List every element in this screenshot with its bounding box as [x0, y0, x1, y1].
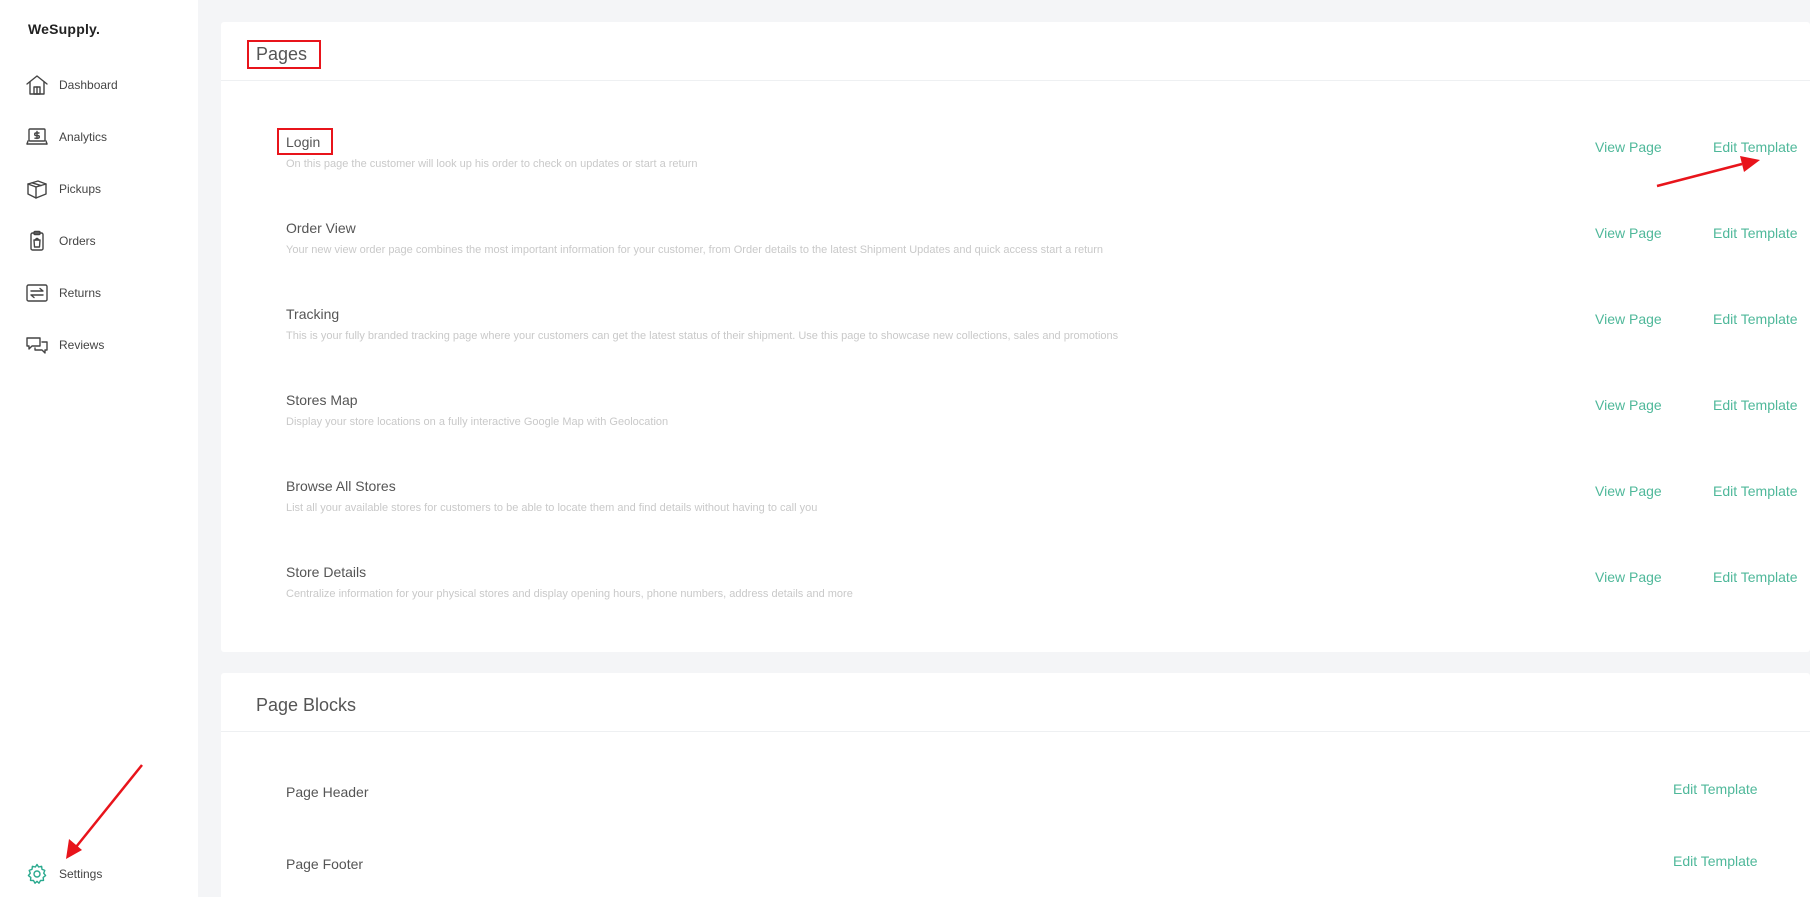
- brand-logo: WeSupply.: [28, 21, 101, 37]
- block-row-page-footer: Page Footer Edit Template: [286, 853, 1810, 897]
- sidebar-item-label: Settings: [59, 867, 103, 881]
- block-row-title[interactable]: Page Header: [286, 784, 369, 800]
- view-page-link[interactable]: View Page: [1595, 483, 1662, 499]
- edit-template-link[interactable]: Edit Template: [1673, 781, 1758, 797]
- sidebar-item-settings[interactable]: Settings: [24, 860, 102, 888]
- view-page-link[interactable]: View Page: [1595, 225, 1662, 241]
- block-row-page-header: Page Header Edit Template: [286, 781, 1810, 854]
- box-icon: [24, 176, 50, 202]
- sidebar-item-orders[interactable]: Orders: [24, 227, 96, 255]
- house-icon: [24, 72, 50, 98]
- page-row-tracking: Tracking This is your fully branded trac…: [286, 306, 1810, 376]
- return-arrows-icon: [24, 280, 50, 306]
- sidebar-item-returns[interactable]: Returns: [24, 279, 101, 307]
- page-row-stores-map: Stores Map Display your store locations …: [286, 392, 1810, 462]
- page-row-store-details: Store Details Centralize information for…: [286, 564, 1810, 634]
- sidebar-item-reviews[interactable]: Reviews: [24, 331, 104, 359]
- sidebar-item-label: Orders: [59, 234, 96, 248]
- sidebar-item-label: Pickups: [59, 182, 102, 196]
- sidebar-item-label: Analytics: [59, 130, 108, 144]
- sidebar-item-label: Reviews: [59, 338, 105, 352]
- edit-template-link[interactable]: Edit Template: [1713, 139, 1798, 155]
- page-row-title[interactable]: Browse All Stores: [286, 478, 396, 494]
- sidebar-item-dashboard[interactable]: Dashboard: [24, 71, 118, 99]
- page-blocks-card: Page Blocks Page Header Edit Template Pa…: [221, 673, 1810, 897]
- page-row-description: Display your store locations on a fully …: [286, 416, 669, 428]
- page-blocks-title: Page Blocks: [256, 695, 357, 715]
- page-row-title[interactable]: Stores Map: [286, 392, 358, 408]
- view-page-link[interactable]: View Page: [1595, 139, 1662, 155]
- clipboard-icon: [24, 228, 50, 254]
- page-row-description: List all your available stores for custo…: [286, 502, 818, 514]
- view-page-link[interactable]: View Page: [1595, 569, 1662, 585]
- page-row-description: Centralize information for your physical…: [286, 588, 853, 600]
- divider: [221, 731, 1810, 732]
- edit-template-link[interactable]: Edit Template: [1713, 397, 1798, 413]
- sidebar-item-pickups[interactable]: Pickups: [24, 175, 101, 203]
- laptop-dollar-icon: [24, 124, 50, 150]
- highlight-box-pages-title: [247, 40, 321, 69]
- gear-icon: [24, 861, 50, 887]
- page-row-browse-all-stores: Browse All Stores List all your availabl…: [286, 478, 1810, 548]
- page-row-description: This is your fully branded tracking page…: [286, 330, 1119, 342]
- page-row-description: Your new view order page combines the mo…: [286, 244, 1104, 256]
- divider: [221, 80, 1810, 81]
- edit-template-link[interactable]: Edit Template: [1713, 311, 1798, 327]
- page-row-description: On this page the customer will look up h…: [286, 158, 698, 170]
- sidebar: WeSupply. Dashboard Analytics Pickups Or…: [0, 0, 198, 897]
- page-row-login: Login On this page the customer will loo…: [286, 134, 1810, 204]
- highlight-box-login: [277, 128, 333, 155]
- sidebar-item-analytics[interactable]: Analytics: [24, 123, 107, 151]
- view-page-link[interactable]: View Page: [1595, 311, 1662, 327]
- sidebar-item-label: Dashboard: [59, 78, 118, 92]
- edit-template-link[interactable]: Edit Template: [1713, 483, 1798, 499]
- edit-template-link[interactable]: Edit Template: [1673, 853, 1758, 869]
- page-row-title[interactable]: Tracking: [286, 306, 339, 322]
- chat-bubbles-icon: [24, 332, 50, 358]
- edit-template-link[interactable]: Edit Template: [1713, 225, 1798, 241]
- sidebar-item-label: Returns: [59, 286, 102, 300]
- page-row-order-view: Order View Your new view order page comb…: [286, 220, 1810, 290]
- edit-template-link[interactable]: Edit Template: [1713, 569, 1798, 585]
- block-row-title[interactable]: Page Footer: [286, 856, 363, 872]
- view-page-link[interactable]: View Page: [1595, 397, 1662, 413]
- page-row-title[interactable]: Store Details: [286, 564, 366, 580]
- pages-card: Pages Login On this page the customer wi…: [221, 22, 1810, 652]
- page-row-title[interactable]: Order View: [286, 220, 356, 236]
